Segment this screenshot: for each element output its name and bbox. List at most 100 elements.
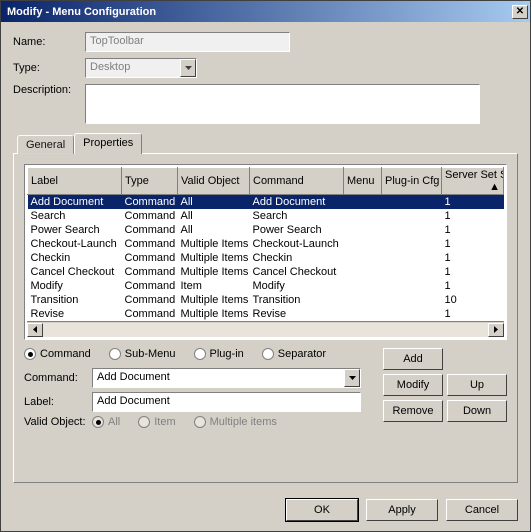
- radio-command[interactable]: Command: [24, 348, 91, 360]
- properties-panel: Label Type Valid Object Command Menu Plu…: [13, 153, 518, 483]
- cell: [382, 195, 442, 210]
- cell: Command: [122, 265, 178, 279]
- titlebar-text: Modify - Menu Configuration: [7, 6, 156, 18]
- radio-multiple: Multiple items: [194, 416, 277, 428]
- cell: Power Search: [250, 223, 344, 237]
- cancel-button[interactable]: Cancel: [446, 499, 518, 521]
- col-server-set[interactable]: Server Set Si ▲: [442, 168, 504, 195]
- type-label: Type:: [13, 62, 81, 74]
- cell: Multiple Items: [178, 307, 250, 321]
- col-plugin-cfg[interactable]: Plug-in Cfg: [382, 168, 442, 195]
- cell: [382, 251, 442, 265]
- table-row[interactable]: ModifyCommandItemModify1: [28, 279, 504, 293]
- cell: 1: [442, 237, 504, 251]
- radio-separator[interactable]: Separator: [262, 348, 326, 360]
- cell: [344, 195, 382, 210]
- cell: 1: [442, 209, 504, 223]
- cell: Search: [250, 209, 344, 223]
- radio-item: Item: [138, 416, 175, 428]
- scroll-left-icon[interactable]: [27, 323, 43, 337]
- tab-properties[interactable]: Properties: [74, 133, 142, 154]
- cell: All: [178, 195, 250, 210]
- titlebar[interactable]: Modify - Menu Configuration ✕: [1, 1, 530, 22]
- cell: [382, 279, 442, 293]
- cell: [382, 223, 442, 237]
- chevron-down-icon[interactable]: [180, 59, 196, 77]
- col-menu[interactable]: Menu: [344, 168, 382, 195]
- valid-object-label: Valid Object:: [24, 416, 86, 428]
- cell: Command: [122, 279, 178, 293]
- cell: [344, 237, 382, 251]
- table-row[interactable]: Checkout-LaunchCommandMultiple ItemsChec…: [28, 237, 504, 251]
- cell: Transition: [250, 293, 344, 307]
- cell: Checkout-Launch: [28, 237, 122, 251]
- table-row[interactable]: ReviseCommandMultiple ItemsRevise1: [28, 307, 504, 321]
- cell: [382, 237, 442, 251]
- cell: Cancel Checkout: [28, 265, 122, 279]
- table-row[interactable]: Cancel CheckoutCommandMultiple ItemsCanc…: [28, 265, 504, 279]
- cell: Checkin: [28, 251, 122, 265]
- col-label[interactable]: Label: [28, 168, 122, 195]
- radio-submenu[interactable]: Sub-Menu: [109, 348, 176, 360]
- table-row[interactable]: TransitionCommandMultiple ItemsTransitio…: [28, 293, 504, 307]
- cell: Cancel Checkout: [250, 265, 344, 279]
- cell: Power Search: [28, 223, 122, 237]
- table-row[interactable]: Power SearchCommandAllPower Search1: [28, 223, 504, 237]
- label-input[interactable]: Add Document: [92, 392, 361, 412]
- cell: [344, 279, 382, 293]
- cell: Multiple Items: [178, 251, 250, 265]
- cell: [344, 307, 382, 321]
- close-button[interactable]: ✕: [512, 5, 528, 19]
- scroll-right-icon[interactable]: [488, 323, 504, 337]
- cell: Add Document: [28, 195, 122, 210]
- col-valid-object[interactable]: Valid Object: [178, 168, 250, 195]
- add-button[interactable]: Add: [383, 348, 443, 370]
- modify-button[interactable]: Modify: [383, 374, 443, 396]
- cell: Revise: [28, 307, 122, 321]
- dialog-window: Modify - Menu Configuration ✕ Name: TopT…: [0, 0, 531, 532]
- cell: Command: [122, 293, 178, 307]
- name-label: Name:: [13, 36, 81, 48]
- cell: Item: [178, 279, 250, 293]
- scroll-track[interactable]: [43, 323, 488, 337]
- cell: 1: [442, 223, 504, 237]
- cell: 10: [442, 293, 504, 307]
- radio-plugin[interactable]: Plug-in: [194, 348, 244, 360]
- chevron-down-icon[interactable]: [344, 369, 360, 387]
- dialog-body: Name: TopToolbar Type: Desktop Descripti…: [1, 22, 530, 489]
- cell: Search: [28, 209, 122, 223]
- cell: [344, 265, 382, 279]
- cell: Checkout-Launch: [250, 237, 344, 251]
- radio-all: All: [92, 416, 120, 428]
- cell: [382, 209, 442, 223]
- cell: Command: [122, 307, 178, 321]
- table-header-row: Label Type Valid Object Command Menu Plu…: [28, 168, 504, 195]
- apply-button[interactable]: Apply: [366, 499, 438, 521]
- description-label: Description:: [13, 84, 81, 96]
- tab-general[interactable]: General: [17, 135, 74, 154]
- cell: [344, 223, 382, 237]
- name-field: TopToolbar: [85, 32, 290, 52]
- label-field-label: Label:: [24, 396, 86, 408]
- col-type[interactable]: Type: [122, 168, 178, 195]
- command-field-label: Command:: [24, 372, 86, 384]
- description-field[interactable]: [85, 84, 480, 124]
- col-command[interactable]: Command: [250, 168, 344, 195]
- table-row[interactable]: SearchCommandAllSearch1: [28, 209, 504, 223]
- horizontal-scrollbar[interactable]: [27, 321, 504, 337]
- down-button[interactable]: Down: [447, 400, 507, 422]
- cell: Command: [122, 223, 178, 237]
- ok-button[interactable]: OK: [286, 499, 358, 521]
- cell: Command: [122, 237, 178, 251]
- cell: 1: [442, 307, 504, 321]
- table-row[interactable]: Add DocumentCommandAllAdd Document1: [28, 195, 504, 210]
- command-select[interactable]: Add Document: [92, 368, 361, 388]
- cell: Multiple Items: [178, 237, 250, 251]
- cell: 1: [442, 279, 504, 293]
- cell: All: [178, 209, 250, 223]
- menu-items-table[interactable]: Label Type Valid Object Command Menu Plu…: [27, 167, 504, 321]
- up-button[interactable]: Up: [447, 374, 507, 396]
- grid-container: Label Type Valid Object Command Menu Plu…: [24, 164, 507, 340]
- table-row[interactable]: CheckinCommandMultiple ItemsCheckin1: [28, 251, 504, 265]
- remove-button[interactable]: Remove: [383, 400, 443, 422]
